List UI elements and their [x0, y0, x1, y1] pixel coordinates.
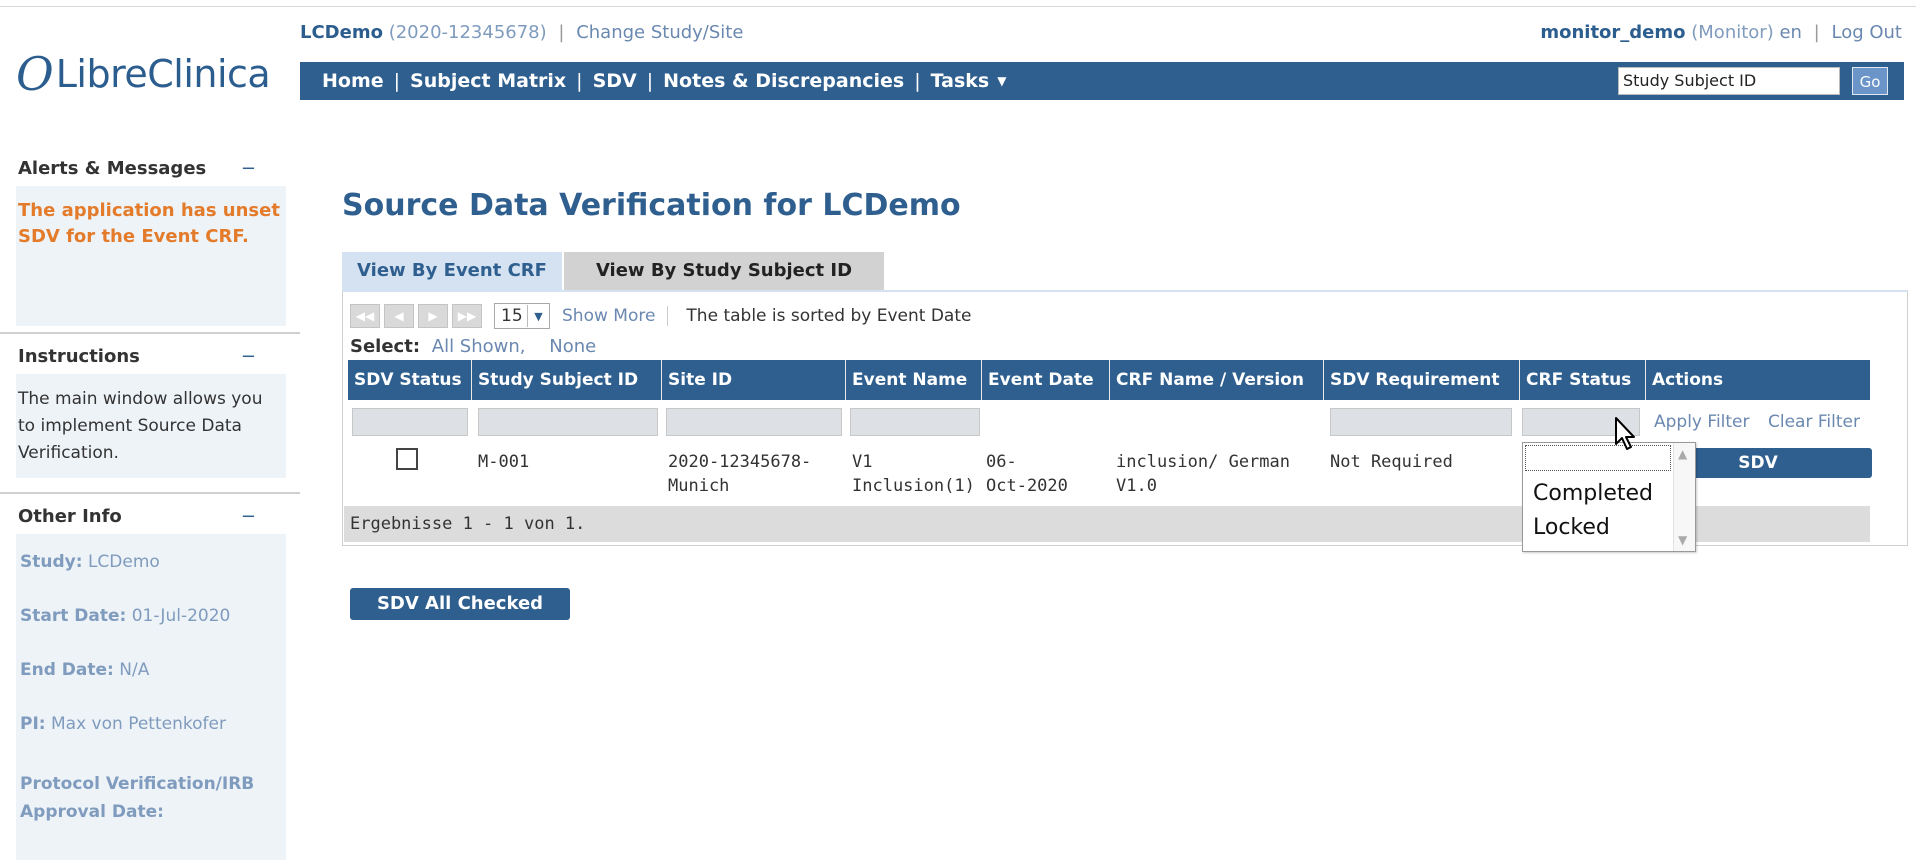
- change-study-link[interactable]: Change Study/Site: [576, 22, 743, 43]
- info-start-date: Start Date: 01-Jul-2020: [20, 606, 231, 626]
- filter-site-id[interactable]: [666, 408, 842, 436]
- cell-sdv-requirement: Not Required: [1330, 452, 1453, 472]
- sidebar-divider: [0, 492, 300, 494]
- logo[interactable]: O LibreClinica: [16, 48, 278, 100]
- col-study-subject-id[interactable]: Study Subject ID: [472, 360, 662, 400]
- instructions-text: The main window allows you to implement …: [18, 389, 263, 463]
- logo-text: LibreClinica: [55, 52, 271, 96]
- user-name-link[interactable]: monitor_demo: [1540, 22, 1685, 43]
- scroll-up-icon[interactable]: ▲: [1678, 447, 1687, 461]
- cell-event-name: V1 Inclusion(1): [852, 452, 975, 496]
- go-button[interactable]: Go: [1852, 67, 1888, 95]
- logout-link[interactable]: Log Out: [1831, 22, 1902, 43]
- nav-notes-discrepancies[interactable]: Notes & Discrepancies: [663, 70, 904, 92]
- filter-sdv-status[interactable]: [352, 408, 468, 436]
- caret-down-icon[interactable]: ▼: [997, 74, 1006, 88]
- other-info-heading: Other Info −: [18, 506, 256, 527]
- dropdown-option-locked[interactable]: Locked: [1533, 515, 1610, 540]
- col-event-name[interactable]: Event Name: [846, 360, 982, 400]
- table-header: SDV Status Study Subject ID Site ID Even…: [348, 360, 1870, 400]
- select-line: Select: All Shown, None: [350, 336, 597, 357]
- nav-subject-matrix[interactable]: Subject Matrix: [410, 70, 566, 92]
- collapse-other-info-icon[interactable]: −: [241, 506, 256, 527]
- cell-event-date: 06- Oct-2020: [986, 452, 1068, 496]
- collapse-alerts-icon[interactable]: −: [241, 158, 256, 179]
- nav-sdv[interactable]: SDV: [593, 70, 637, 92]
- nav-home[interactable]: Home: [322, 70, 384, 92]
- page-size-select[interactable]: 15 ▼: [494, 303, 550, 329]
- col-crf-name-version[interactable]: CRF Name / Version: [1110, 360, 1324, 400]
- apply-filter-link[interactable]: Apply Filter: [1654, 412, 1750, 432]
- study-id: (2020-12345678): [388, 22, 547, 43]
- col-actions: Actions: [1652, 370, 1724, 390]
- crf-status-dropdown-list[interactable]: Completed Locked ▲ ▼: [1522, 442, 1696, 552]
- chevron-down-icon: ▼: [527, 305, 549, 327]
- previous-page-icon[interactable]: ◀: [384, 304, 414, 328]
- info-pi: PI: Max von Pettenkofer: [20, 714, 226, 734]
- scroll-down-icon[interactable]: ▼: [1678, 533, 1687, 547]
- nav-tasks[interactable]: Tasks: [931, 70, 990, 92]
- filter-event-name[interactable]: [850, 408, 980, 436]
- table-toolbar: ◀◀ ◀ ▶ ▶▶ 15 ▼ Show More The table is so…: [350, 302, 971, 330]
- last-page-icon[interactable]: ▶▶: [452, 304, 482, 328]
- tab-view-by-study-subject-id[interactable]: View By Study Subject ID: [564, 252, 884, 290]
- clear-filter-link[interactable]: Clear Filter: [1768, 412, 1860, 432]
- dropdown-option-completed[interactable]: Completed: [1533, 481, 1653, 506]
- info-end-date: End Date: N/A: [20, 660, 150, 680]
- cell-subject-id: M-001: [478, 452, 530, 472]
- cell-crf-name-version: inclusion/ German V1.0: [1116, 452, 1290, 496]
- info-irb-approval: Protocol Verification/IRB Approval Date:: [20, 774, 255, 822]
- user-info: monitor_demo (Monitor) en | Log Out: [1540, 22, 1902, 43]
- mouse-cursor-icon: [1615, 417, 1635, 450]
- sidebar-divider: [0, 332, 300, 334]
- filter-study-subject-id[interactable]: [478, 408, 658, 436]
- page-title: Source Data Verification for LCDemo: [342, 188, 961, 223]
- dropdown-option-empty[interactable]: [1525, 445, 1671, 471]
- col-event-date[interactable]: Event Date: [982, 360, 1110, 400]
- sdv-all-checked-button[interactable]: SDV All Checked: [350, 588, 570, 620]
- alert-message: The application has unset SDV for the Ev…: [18, 200, 280, 247]
- collapse-instructions-icon[interactable]: −: [241, 346, 256, 367]
- col-sdv-status[interactable]: SDV Status: [348, 360, 472, 400]
- select-all-shown-link[interactable]: All Shown,: [432, 336, 526, 357]
- study-name: LCDemo: [300, 22, 383, 43]
- col-site-id[interactable]: Site ID: [662, 360, 846, 400]
- user-role: (Monitor): [1691, 22, 1774, 43]
- next-page-icon[interactable]: ▶: [418, 304, 448, 328]
- show-more-link[interactable]: Show More: [562, 306, 669, 326]
- tab-view-by-event-crf[interactable]: View By Event CRF: [342, 252, 562, 290]
- sdv-row-checkbox[interactable]: [396, 448, 418, 470]
- col-crf-status[interactable]: CRF Status: [1520, 360, 1646, 400]
- sort-note: The table is sorted by Event Date: [686, 306, 972, 326]
- alerts-heading: Alerts & Messages −: [18, 158, 256, 179]
- col-sdv-requirement[interactable]: SDV Requirement: [1324, 360, 1520, 400]
- info-study: Study: LCDemo: [20, 552, 160, 572]
- search-input[interactable]: Study Subject ID: [1618, 67, 1840, 95]
- instructions-heading: Instructions −: [18, 346, 256, 367]
- top-rule: [0, 6, 1916, 7]
- filter-sdv-requirement[interactable]: [1330, 408, 1512, 436]
- logo-mark-icon: O: [16, 47, 54, 101]
- language-link[interactable]: en: [1779, 22, 1801, 43]
- dropdown-scrollbar[interactable]: ▲ ▼: [1673, 443, 1695, 551]
- main-nav: Home | Subject Matrix | SDV | Notes & Di…: [300, 62, 1904, 100]
- cell-site-id: 2020-12345678- Munich: [668, 452, 812, 496]
- study-info: LCDemo (2020-12345678) | Change Study/Si…: [300, 22, 744, 43]
- select-none-link[interactable]: None: [549, 336, 596, 357]
- first-page-icon[interactable]: ◀◀: [350, 304, 380, 328]
